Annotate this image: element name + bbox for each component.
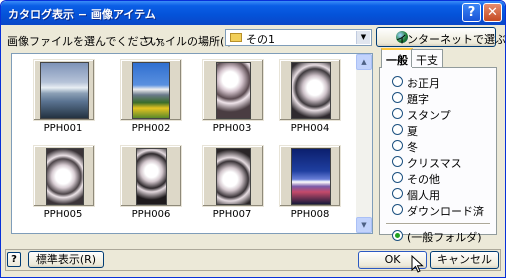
category-label: 個人用	[407, 189, 440, 202]
cancel-button[interactable]: キャンセル	[430, 251, 499, 269]
thumbnail-item[interactable]	[202, 145, 264, 207]
thumbnail-item[interactable]	[120, 59, 182, 121]
category-tabs: お正月 題字 スタンプ 夏 冬 クリスマス その他 個人用 ダウンロード済 (一…	[379, 48, 497, 244]
location-label: ファイルの場所(I):	[143, 35, 236, 48]
thumbnail-caption: PPH005	[43, 209, 83, 220]
category-label: クリスマス	[407, 157, 462, 170]
photo-cherry-blossom	[46, 148, 84, 205]
thumbnail-caption: PPH002	[131, 123, 171, 134]
dialog-window: カタログ表示 − 画像アイテム ? ✕ 画像ファイルを選んでください。 ファイル…	[0, 0, 506, 278]
folder-icon	[230, 33, 242, 42]
scroll-down-arrow-icon[interactable]: ▼	[356, 217, 372, 233]
photo-cherry-blossom	[291, 62, 331, 119]
thumbnail-item[interactable]	[279, 145, 341, 207]
photo-fuji-flowers	[132, 62, 170, 119]
radio-icon	[392, 140, 403, 151]
radio-selected-icon	[392, 230, 403, 241]
category-label: 夏	[407, 125, 418, 138]
divider	[386, 223, 490, 225]
radio-icon	[392, 92, 403, 103]
radio-icon	[392, 156, 403, 167]
tab-general[interactable]: 一般	[381, 48, 413, 68]
location-value: その1	[246, 33, 275, 46]
mouse-cursor-icon	[411, 255, 424, 273]
category-label: スタンプ	[407, 109, 451, 122]
radio-icon	[392, 108, 403, 119]
tab-eto[interactable]: 干支	[411, 49, 443, 67]
thumbnail-item[interactable]	[120, 145, 182, 207]
thumbnail-item[interactable]	[33, 59, 95, 121]
thumbnail-item[interactable]	[33, 145, 95, 207]
photo-cherry-blossom	[216, 148, 251, 205]
radio-icon	[392, 76, 403, 87]
tab-panel: お正月 題字 スタンプ 夏 冬 クリスマス その他 個人用 ダウンロード済 (一…	[379, 67, 497, 244]
radio-icon	[392, 172, 403, 183]
scroll-up-arrow-icon[interactable]: ▲	[356, 54, 372, 70]
thumbnail-caption: PPH004	[290, 123, 330, 134]
internet-button-label: インターネットで選ぶ(E)...	[396, 33, 506, 46]
photo-fuji-dusk	[291, 148, 331, 205]
internet-button[interactable]: インターネットで選ぶ(E)...	[376, 27, 505, 47]
chevron-down-icon[interactable]: ▼	[356, 31, 370, 44]
radio-icon	[392, 188, 403, 199]
category-label: 題字	[407, 93, 429, 106]
category-label: 冬	[407, 141, 418, 154]
radio-icon	[392, 124, 403, 135]
help-icon[interactable]: ?	[7, 252, 21, 267]
standard-view-button[interactable]: 標準表示(R)	[28, 251, 104, 268]
thumbnail-item[interactable]	[279, 59, 341, 121]
general-folder-label: (一般フォルダ)	[407, 231, 482, 244]
thumbnail-item[interactable]	[202, 59, 264, 121]
thumbnail-scrollbar[interactable]: ▲ ▼	[356, 54, 372, 233]
location-dropdown[interactable]: その1 ▼	[225, 29, 372, 46]
title-bar[interactable]: カタログ表示 − 画像アイテム ? ✕	[1, 1, 505, 25]
thumbnail-panel: PPH001 PPH002 PPH003 PPH004 PPH005 PPH00…	[11, 53, 373, 234]
radio-icon	[392, 204, 403, 215]
thumbnail-caption: PPH008	[290, 209, 330, 220]
category-label: その他	[407, 173, 440, 186]
thumbnail-caption: PPH001	[43, 123, 83, 134]
category-label: ダウンロード済	[407, 205, 484, 218]
thumbnail-caption: PPH007	[212, 209, 252, 220]
close-button[interactable]: ✕	[483, 3, 502, 22]
title-help-button[interactable]: ?	[462, 3, 481, 22]
thumbnail-caption: PPH003	[212, 123, 252, 134]
photo-cherry-blossom	[216, 62, 251, 119]
photo-cherry-blossom	[136, 148, 167, 205]
photo-mountain-lake	[40, 62, 89, 119]
thumbnail-caption: PPH006	[131, 209, 171, 220]
window-title: カタログ表示 − 画像アイテム	[8, 8, 156, 21]
category-label: お正月	[407, 77, 440, 90]
